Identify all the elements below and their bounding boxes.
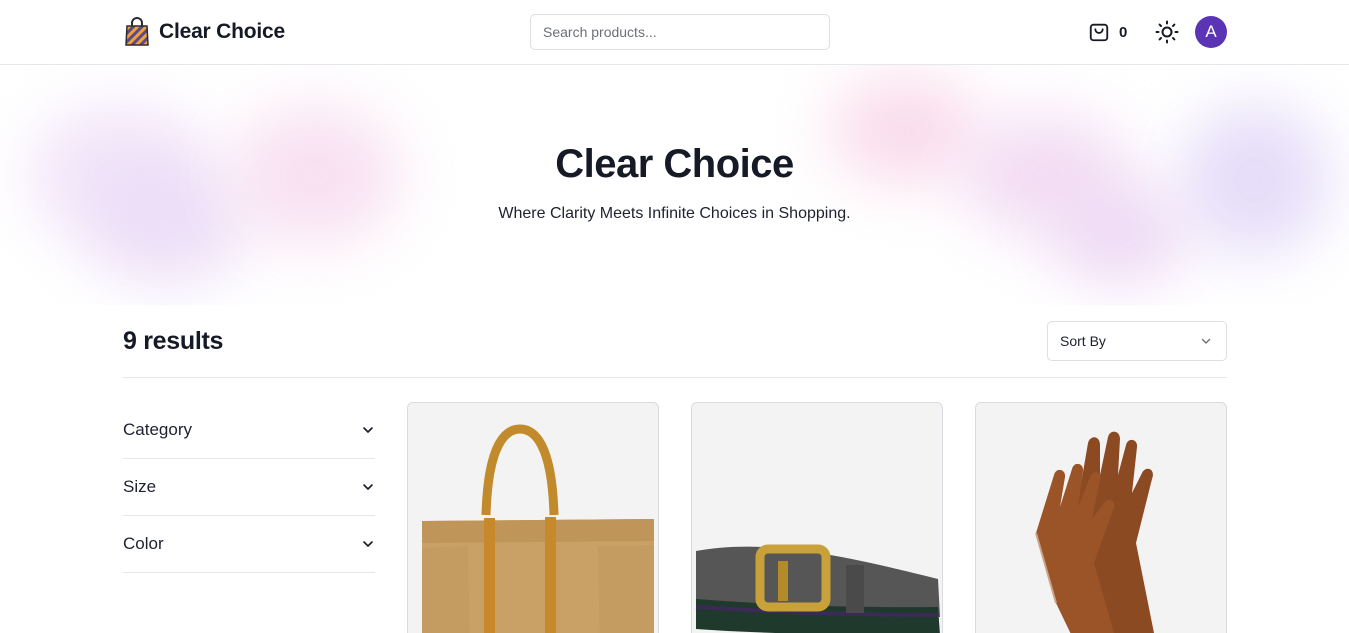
filter-category[interactable]: Category xyxy=(123,402,375,459)
sort-label: Sort By xyxy=(1060,333,1106,349)
results-divider xyxy=(123,377,1227,378)
product-card[interactable] xyxy=(691,402,943,633)
chevron-down-icon xyxy=(363,484,373,490)
hero-subtitle: Where Clarity Meets Infinite Choices in … xyxy=(498,205,851,222)
theme-toggle-sun-icon[interactable] xyxy=(1155,20,1179,44)
search-input[interactable] xyxy=(530,14,830,50)
cart-bag-icon xyxy=(1089,23,1109,42)
product-card[interactable] xyxy=(407,402,659,633)
cart-button[interactable]: 0 xyxy=(1088,21,1127,43)
filter-label: Category xyxy=(123,420,192,439)
sort-dropdown[interactable]: Sort By xyxy=(1047,321,1227,361)
results-count: 9 results xyxy=(123,327,224,355)
chevron-down-icon xyxy=(363,541,373,547)
filter-label: Color xyxy=(123,534,164,553)
belt-image xyxy=(695,544,940,633)
logo-link[interactable]: Clear Choice xyxy=(124,17,285,47)
tote-bag-image xyxy=(422,424,654,633)
chevron-down-icon xyxy=(1201,338,1211,344)
product-card[interactable] xyxy=(975,402,1227,633)
filter-size[interactable]: Size xyxy=(123,459,375,516)
top-navbar: Clear Choice 0 A xyxy=(0,0,1349,65)
chevron-down-icon xyxy=(363,427,373,433)
filter-label: Size xyxy=(123,477,157,496)
cart-count: 0 xyxy=(1119,23,1128,41)
gloves-image xyxy=(1035,431,1154,633)
hero-title: Clear Choice xyxy=(555,142,794,186)
filter-color[interactable]: Color xyxy=(123,516,375,573)
shopping-bag-logo-icon xyxy=(125,17,149,46)
user-avatar[interactable]: A xyxy=(1195,16,1227,48)
logo-text: Clear Choice xyxy=(159,20,285,43)
hero-gradient-blob xyxy=(1050,185,1190,285)
